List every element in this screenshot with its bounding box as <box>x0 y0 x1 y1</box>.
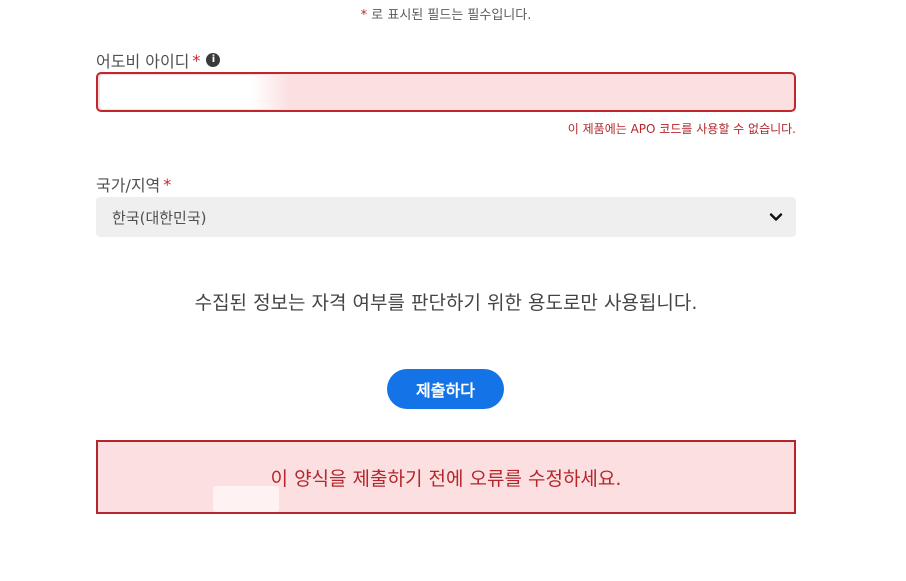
info-icon[interactable]: i <box>206 53 221 67</box>
eligibility-form-page: * 로 표시된 필드는 필수입니다. 어도비 아이디 * i 이 제품에는 AP… <box>0 0 906 581</box>
usage-note: 수집된 정보는 자격 여부를 판단하기 위한 용도로만 사용됩니다. <box>194 292 698 314</box>
adobe-id-label-text: 어도비 아이디 <box>96 52 190 71</box>
form-error-text: 이 양식을 제출하기 전에 오류를 수정하세요. <box>270 467 622 490</box>
adobe-id-label: 어도비 아이디 * i <box>96 48 221 72</box>
submit-button[interactable]: 제출하다 <box>387 369 504 409</box>
adobe-id-required-mark: * <box>192 50 201 70</box>
chevron-down-icon <box>769 213 783 221</box>
country-required-mark: * <box>163 174 172 194</box>
country-select[interactable]: 한국(대한민국) <box>96 197 796 237</box>
form-error-banner: 이 양식을 제출하기 전에 오류를 수정하세요. <box>96 440 796 514</box>
redacted-input-value <box>100 75 290 109</box>
country-label: 국가/지역 * <box>96 172 171 196</box>
required-fields-note: * 로 표시된 필드는 필수입니다. <box>0 4 892 23</box>
country-label-text: 국가/지역 <box>96 176 161 195</box>
required-note-text: 로 표시된 필드는 필수입니다. <box>367 8 532 23</box>
country-selected-value: 한국(대한민국) <box>112 208 207 227</box>
redacted-overlay <box>213 486 279 512</box>
adobe-id-error-message: 이 제품에는 APO 코드를 사용할 수 없습니다. <box>567 122 796 136</box>
